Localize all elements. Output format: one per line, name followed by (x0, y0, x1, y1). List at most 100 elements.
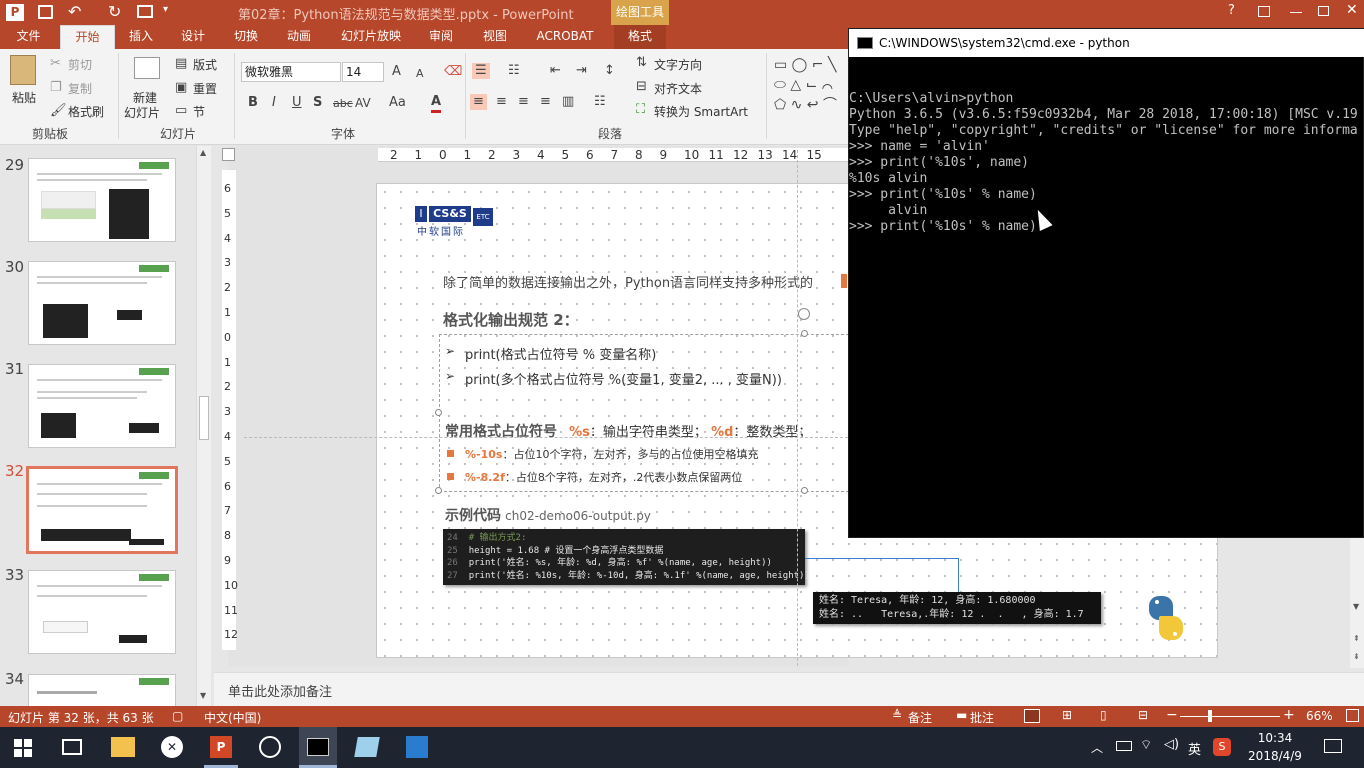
zoom-slider-thumb[interactable] (1208, 710, 1212, 722)
paste-icon[interactable] (10, 55, 36, 85)
text-direction-button[interactable]: 文字方向 (654, 56, 702, 73)
new-slide-icon[interactable] (134, 57, 160, 79)
next-slide-icon[interactable]: ⇟ (1353, 652, 1360, 661)
slide-thumb-32[interactable] (26, 466, 178, 554)
zoom-in-icon[interactable]: + (1283, 707, 1295, 723)
cmd-window[interactable]: C:\WINDOWS\system32\cmd.exe - python C:\… (848, 28, 1364, 538)
justify-icon[interactable]: ≡ (540, 94, 551, 110)
notes-button[interactable]: 备注 (908, 709, 932, 726)
powerpoint-taskbar-icon[interactable]: P (210, 736, 232, 758)
shapes-gallery[interactable]: ▭ ◯ ⌐ ╲ ⬭ △ ⌙ ⌒ ⬠ ∿ ↩ ⌒ (774, 55, 848, 117)
reading-view-icon[interactable]: ▯ (1100, 708, 1107, 722)
font-color-button[interactable]: A (431, 94, 442, 113)
ime-indicator[interactable]: 英 (1188, 739, 1201, 758)
rotate-handle-icon[interactable] (798, 308, 810, 320)
slide-thumb-29[interactable] (28, 158, 176, 242)
font-size-select[interactable]: 14 (342, 62, 384, 82)
align-right-icon[interactable]: ≡ (518, 94, 529, 110)
ribbon-display-icon[interactable] (1258, 6, 1270, 17)
comments-button[interactable]: 批注 (970, 709, 994, 726)
notes-pane[interactable]: 单击此处添加备注 (214, 672, 1364, 706)
italic-button[interactable]: I (272, 95, 276, 111)
clear-format-icon[interactable]: ⌫ (444, 64, 462, 80)
line-spacing-icon[interactable]: ↕ (604, 63, 615, 79)
windows-start-icon[interactable] (14, 739, 32, 757)
columns-icon[interactable]: ☷ (594, 94, 606, 110)
tab-selector-icon[interactable] (222, 148, 235, 161)
scroll-thumb[interactable] (199, 396, 209, 440)
grow-font-icon[interactable]: A (392, 64, 401, 80)
shrink-font-icon[interactable]: A (416, 66, 424, 82)
section-button[interactable]: 节 (193, 103, 205, 120)
obs-icon[interactable] (259, 736, 281, 758)
zoom-slider[interactable] (1180, 716, 1280, 717)
main-scrollbar[interactable]: ▼ ⇞ ⇟ (1350, 538, 1364, 668)
notifications-icon[interactable] (1324, 739, 1342, 753)
tab-insert[interactable]: 插入 (120, 25, 162, 49)
vscode-icon[interactable] (406, 736, 428, 758)
undo-icon[interactable]: ↶ (68, 2, 81, 21)
scroll-up-icon[interactable]: ▲ (200, 148, 206, 157)
increase-indent-icon[interactable]: ⇥ (576, 63, 587, 79)
align-text-button[interactable]: 对齐文本 (654, 80, 702, 97)
tab-file[interactable]: 文件 (0, 25, 57, 49)
align-left-icon[interactable]: ≡ (470, 94, 487, 110)
slide-counter[interactable]: 幻灯片 第 32 张，共 63 张 (8, 709, 154, 726)
clock-time[interactable]: 10:34 (1247, 731, 1303, 745)
paste-button[interactable]: 粘贴 (12, 89, 36, 106)
restore-icon[interactable] (1318, 6, 1329, 16)
layout-button[interactable]: 版式 (193, 56, 217, 73)
shadow-button[interactable]: S (313, 95, 322, 111)
tab-transitions[interactable]: 切换 (225, 25, 267, 49)
align-center-icon[interactable]: ≡ (496, 94, 507, 110)
close-icon[interactable]: ✕ (1346, 2, 1358, 18)
underline-button[interactable]: U (292, 95, 302, 111)
bold-button[interactable]: B (248, 95, 258, 111)
notes-placeholder[interactable]: 单击此处添加备注 (228, 681, 332, 700)
tab-view[interactable]: 视图 (474, 25, 516, 49)
change-case-button[interactable]: Aa (389, 95, 406, 111)
thumbnail-scrollbar[interactable]: ▲ ▼ (196, 146, 211, 706)
tab-acrobat[interactable]: ACROBAT (530, 25, 600, 49)
smartart-button[interactable]: 转换为 SmartArt (654, 103, 748, 120)
format-painter-button[interactable]: 格式刷 (68, 103, 104, 120)
redo-icon[interactable]: ↻ (108, 2, 121, 21)
language-indicator[interactable]: 中文(中国) (204, 709, 261, 726)
sogou-icon[interactable]: S (1213, 738, 1231, 756)
help-icon[interactable]: ? (1228, 3, 1235, 18)
numbering-icon[interactable]: ☷ (508, 63, 520, 79)
slide-thumb-33[interactable] (28, 570, 176, 654)
tab-format[interactable]: 格式 (614, 25, 666, 49)
presenter-icon[interactable] (137, 5, 153, 18)
prev-slide-icon[interactable]: ⇞ (1353, 634, 1360, 643)
normal-view-icon[interactable] (1024, 709, 1040, 723)
tab-slideshow[interactable]: 幻灯片放映 (336, 25, 406, 49)
tab-design[interactable]: 设计 (172, 25, 214, 49)
align-text-icon[interactable]: ⊟ (636, 79, 647, 95)
slide-sorter-icon[interactable]: ⊞ (1062, 708, 1072, 722)
volume-icon[interactable]: ◁) (1164, 737, 1179, 752)
scroll-down-icon[interactable]: ▼ (200, 691, 206, 700)
scroll-down-icon[interactable]: ▼ (1353, 602, 1359, 611)
task-view-icon[interactable] (62, 739, 82, 755)
show-hidden-icons[interactable]: ︿ (1091, 739, 1103, 756)
file-explorer-icon[interactable] (111, 737, 135, 757)
customize-qat-icon[interactable]: ▾ (163, 4, 168, 15)
spellcheck-icon[interactable]: ▢ (172, 709, 183, 723)
strikethrough-button[interactable]: abc (333, 96, 353, 112)
fit-slide-icon[interactable] (1346, 709, 1359, 722)
tab-review[interactable]: 审阅 (420, 25, 462, 49)
minimize-icon[interactable] (1290, 12, 1302, 13)
reset-button[interactable]: 重置 (193, 80, 217, 97)
tab-animations[interactable]: 动画 (278, 25, 320, 49)
tab-home[interactable]: 开始 (60, 25, 115, 49)
cmd-output[interactable]: C:\Users\alvin>python Python 3.6.5 (v3.6.… (849, 57, 1364, 537)
save-icon[interactable] (38, 5, 53, 19)
distributed-icon[interactable]: ▥ (562, 94, 574, 110)
notepad-icon[interactable] (354, 737, 380, 757)
bullets-icon[interactable]: ☰ (472, 63, 490, 79)
decrease-indent-icon[interactable]: ⇤ (550, 63, 561, 79)
xbox-icon[interactable]: ✕ (161, 736, 183, 758)
slide-thumb-31[interactable] (28, 364, 176, 448)
clock-date[interactable]: 2018/4/9 (1244, 749, 1306, 763)
